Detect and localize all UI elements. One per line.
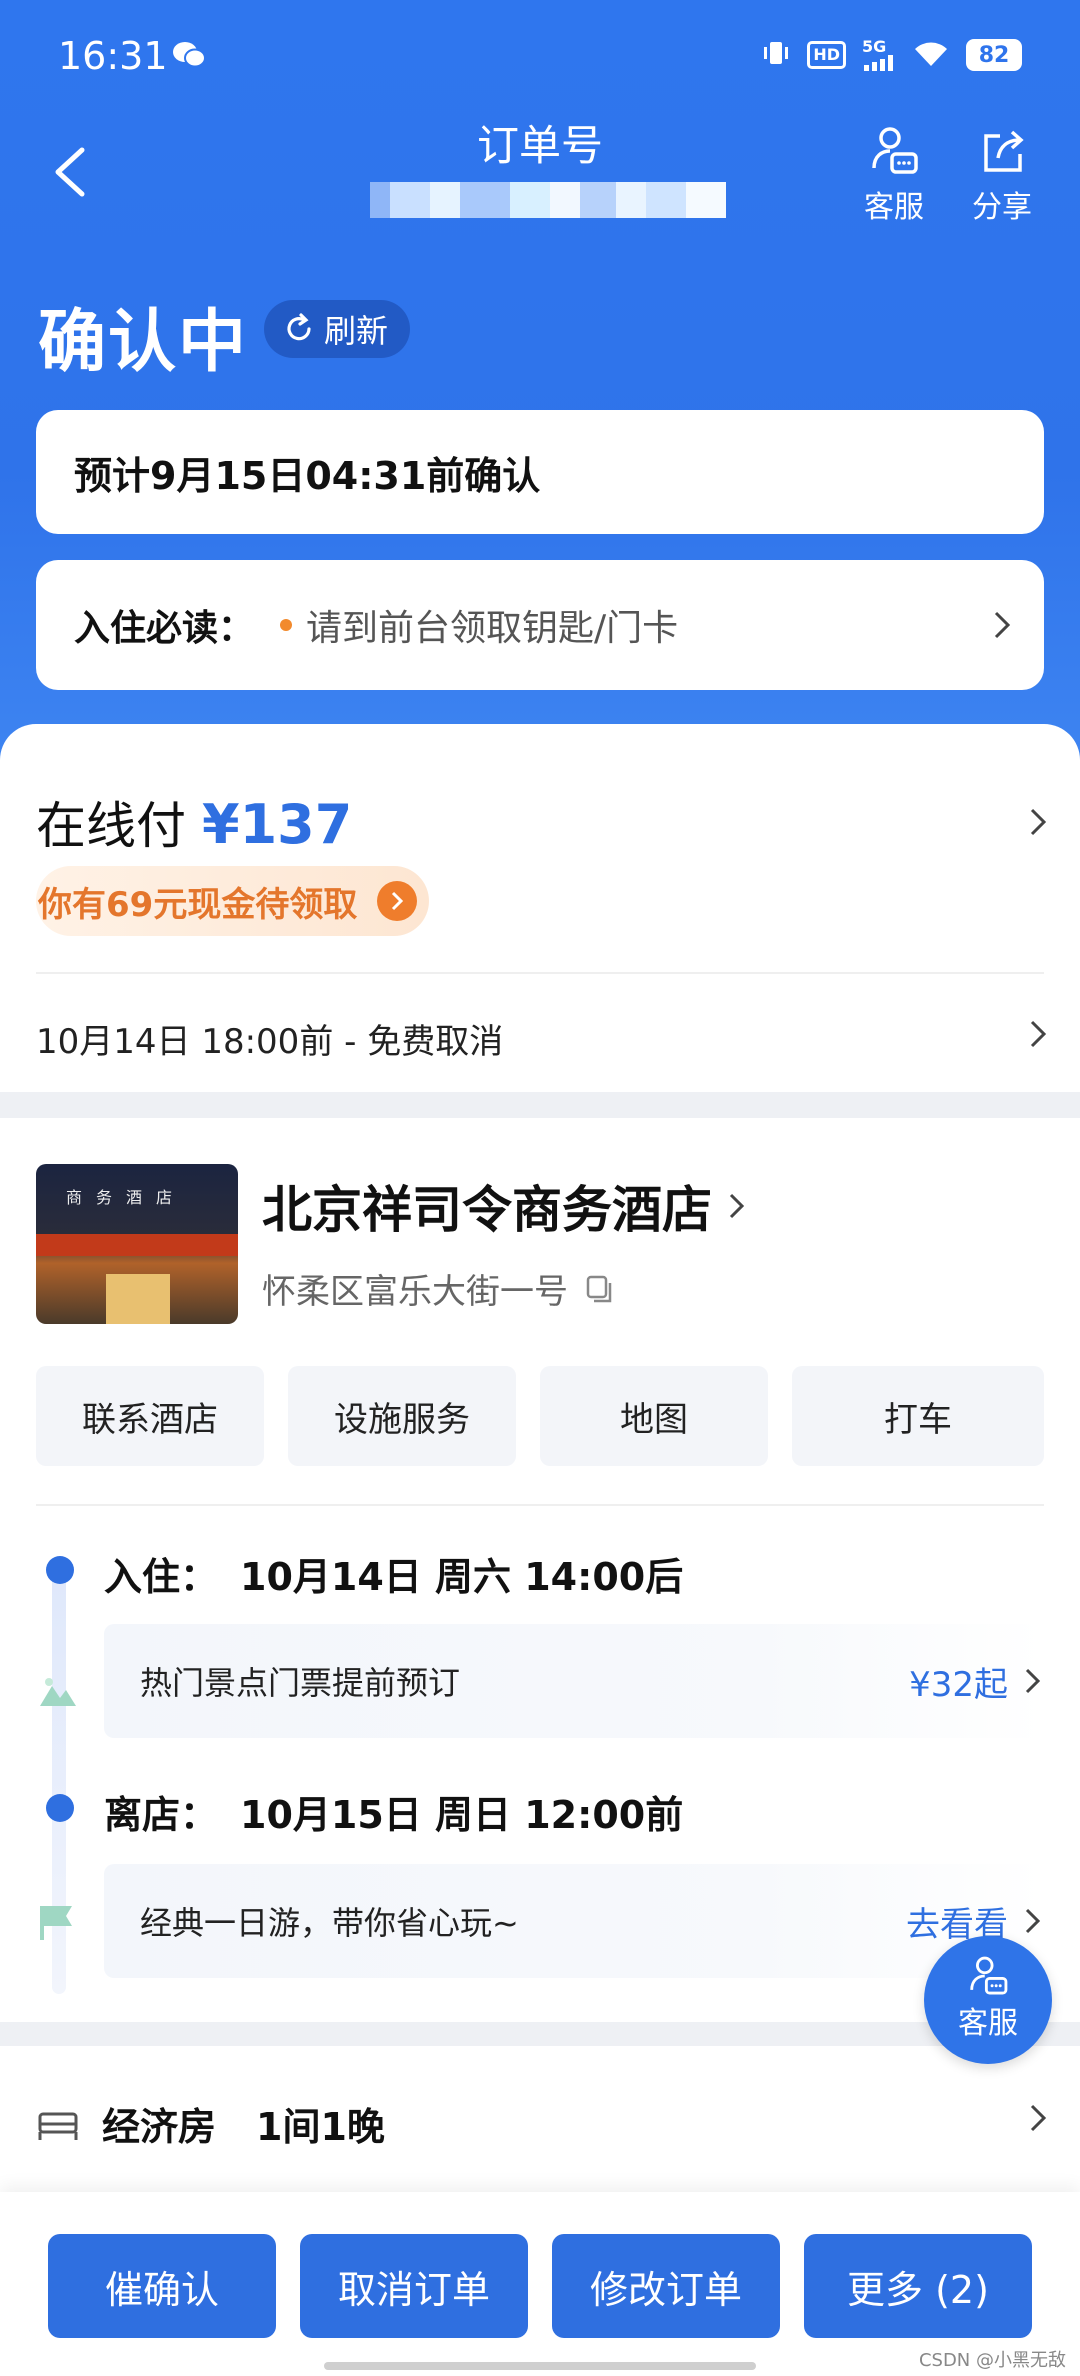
checkin-dot <box>46 1556 74 1584</box>
watermark: CSDN @小黑无敌 <box>918 2350 1066 2371</box>
payment-price: ¥137 <box>202 793 353 856</box>
cancel-policy[interactable]: 10月14日 18:00前 - 免费取消 <box>36 1014 503 1063</box>
payment-label: 在线付 <box>36 797 186 855</box>
tour-promo[interactable]: 经典一日游，带你省心玩~ 去看看 <box>104 1864 1044 1978</box>
order-number-masked <box>370 182 726 222</box>
status-bar: 16:31 HD 5G 82 <box>0 0 1080 110</box>
checkout-dot <box>46 1794 74 1822</box>
payment-row[interactable]: 在线付 ¥137 <box>36 786 352 858</box>
checkout-label: 离店： <box>104 1793 219 1837</box>
ticket-promo-text: 热门景点门票提前预订 <box>140 1664 461 1702</box>
tour-flag-icon <box>40 1906 72 1940</box>
customer-service-icon <box>872 127 918 174</box>
modify-order-button[interactable]: 修改订单 <box>552 2234 780 2338</box>
customer-service-icon <box>970 1956 1008 1995</box>
tour-promo-text: 经典一日游，带你省心玩~ <box>140 1904 519 1942</box>
checkin-value: 10月14日 周六 14:00后 <box>240 1555 684 1599</box>
share-label: 分享 <box>972 190 1032 225</box>
hotel-address: 怀柔区富乐大街一号 <box>262 1272 568 1312</box>
service-label: 客服 <box>864 190 924 225</box>
network-type: 5G <box>862 37 887 56</box>
copy-icon[interactable] <box>584 1273 616 1305</box>
hotel-address-row: 怀柔区富乐大街一号 <box>262 1264 616 1313</box>
share-icon <box>984 130 1024 172</box>
chevron-right-icon <box>1030 808 1047 836</box>
contact-hotel-button[interactable]: 联系酒店 <box>36 1366 264 1466</box>
map-button[interactable]: 地图 <box>540 1366 768 1466</box>
hotel-photo[interactable]: 商务酒店 <box>36 1164 238 1324</box>
room-type: 经济房 <box>102 2105 217 2149</box>
facilities-button[interactable]: 设施服务 <box>288 1366 516 1466</box>
checkout-row: 离店： 10月15日 周日 12:00前 <box>104 1784 683 1839</box>
order-status-title: 确认中 <box>38 303 249 382</box>
status-icons: HD 5G 82 <box>761 38 1022 72</box>
room-row: 经济房 1间1晚 <box>36 2096 385 2151</box>
floating-service-label: 客服 <box>958 2006 1018 2041</box>
payment-section: 在线付 ¥137 你有69元现金待领取 10月14日 18:00前 - 免费取消 <box>0 724 1080 1092</box>
checkin-notice-card[interactable]: 入住必读： 请到前台领取钥匙/门卡 <box>36 560 1044 690</box>
hotel-photo-sign: 商务酒店 <box>66 1188 187 1207</box>
chevron-right-icon <box>1030 1020 1047 1048</box>
checkout-value: 10月15日 周日 12:00前 <box>240 1793 684 1837</box>
chevron-right-icon <box>729 1193 745 1219</box>
refresh-label: 刷新 <box>324 312 389 350</box>
refresh-icon <box>287 313 311 341</box>
scenic-icon <box>40 1678 76 1706</box>
photo-banner <box>36 1234 238 1256</box>
checkin-label: 入住： <box>104 1555 219 1599</box>
hotel-actions: 联系酒店 设施服务 地图 打车 <box>36 1366 1044 1466</box>
divider <box>36 972 1044 974</box>
notice-label: 入住必读： <box>74 608 255 649</box>
cancel-order-button[interactable]: 取消订单 <box>300 2234 528 2338</box>
hd-badge: HD <box>807 41 846 69</box>
wechat-icon <box>172 40 206 74</box>
notice-bullet <box>280 619 293 631</box>
status-time: 16:31 <box>58 34 168 78</box>
floating-service-button[interactable]: 客服 <box>924 1936 1052 2064</box>
confirm-time-text: 预计9月15日04:31前确认 <box>74 453 541 498</box>
more-button[interactable]: 更多 (2) <box>804 2234 1032 2338</box>
hotel-name-link[interactable]: 北京祥司令商务酒店 <box>262 1170 748 1242</box>
hotel-name: 北京祥司令商务酒店 <box>262 1181 712 1239</box>
home-indicator[interactable] <box>324 2362 756 2370</box>
taxi-button[interactable]: 打车 <box>792 1366 1044 1466</box>
chevron-right-icon <box>1025 1668 1041 1694</box>
divider <box>36 1504 1044 1506</box>
ticket-promo-price-row: ¥32起 <box>909 1657 1044 1706</box>
battery-indicator: 82 <box>966 39 1022 71</box>
ticket-promo[interactable]: 热门景点门票提前预订 ¥32起 <box>104 1624 1044 1738</box>
chevron-right-icon <box>994 611 1011 639</box>
photo-entrance <box>106 1274 170 1324</box>
share-button[interactable]: 分享 <box>954 124 1050 226</box>
wifi-icon <box>912 38 950 72</box>
notice-text: 请到前台领取钥匙/门卡 <box>306 608 679 649</box>
room-count: 1间1晚 <box>256 2105 385 2149</box>
vibrate-icon <box>761 38 791 72</box>
arrow-right-icon <box>377 881 417 921</box>
chevron-right-icon <box>1025 1908 1041 1934</box>
chevron-right-icon <box>1030 2104 1047 2132</box>
urge-confirm-button[interactable]: 催确认 <box>48 2234 276 2338</box>
refresh-button[interactable]: 刷新 <box>264 300 411 358</box>
cash-promo-text: 你有69元现金待领取 <box>38 884 358 925</box>
cash-promo-button[interactable]: 你有69元现金待领取 <box>36 866 429 936</box>
service-button[interactable]: 客服 <box>846 124 942 226</box>
ticket-promo-price: ¥32起 <box>909 1664 1008 1705</box>
hotel-section: 商务酒店 北京祥司令商务酒店 怀柔区富乐大街一号 联系酒店 设施服务 地图 打车… <box>0 1118 1080 2022</box>
confirm-time-card: 预计9月15日04:31前确认 <box>36 410 1044 534</box>
signal-icon: 5G <box>862 39 896 71</box>
checkin-row: 入住： 10月14日 周六 14:00后 <box>104 1546 683 1601</box>
bed-icon <box>38 2112 78 2140</box>
